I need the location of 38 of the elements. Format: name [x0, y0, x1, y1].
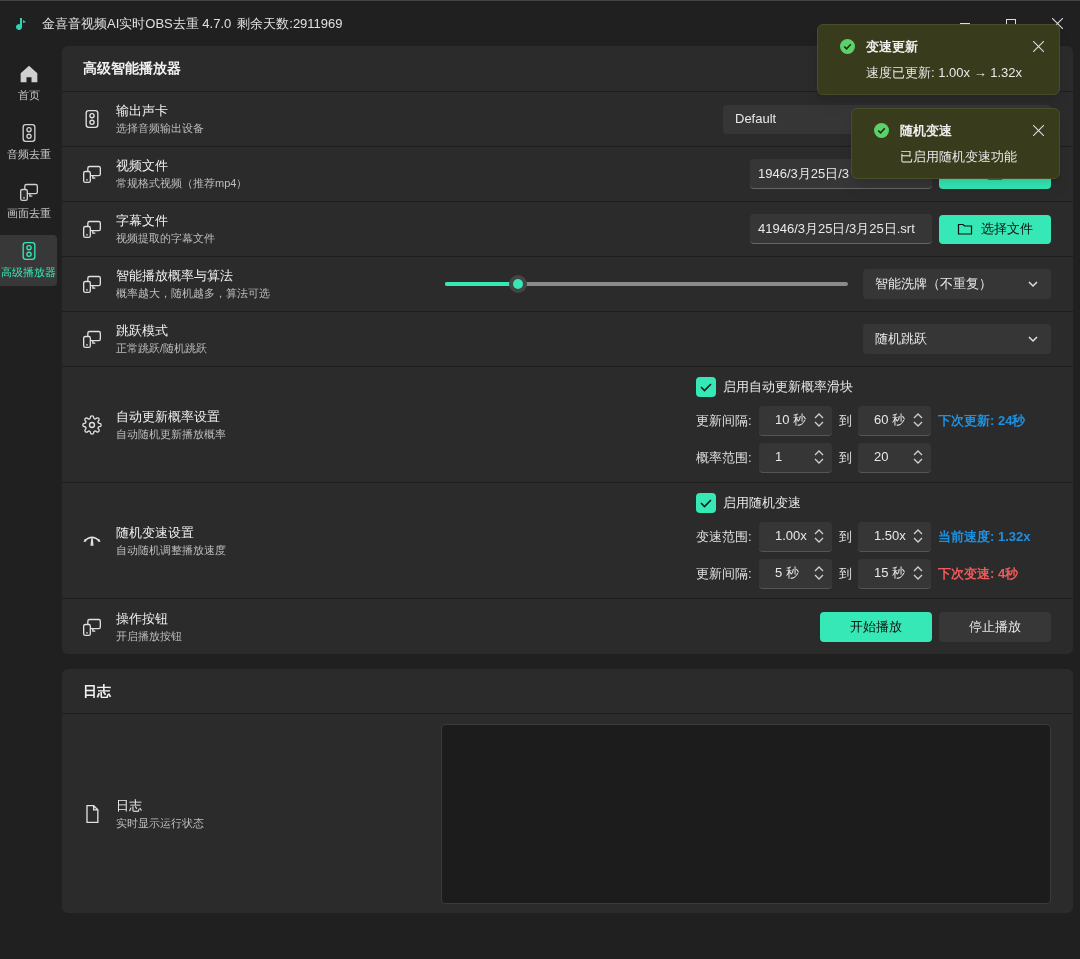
row-subtitle: 选择音频输出设备	[116, 121, 204, 136]
to-label: 到	[837, 411, 853, 430]
to-label: 到	[837, 564, 853, 583]
checkbox-label: 启用随机变速	[723, 493, 801, 512]
row-subtitle: 视频提取的字幕文件	[116, 231, 215, 246]
row-title: 视频文件	[116, 157, 169, 175]
row-subtitle: 开启播放按钮	[116, 628, 182, 644]
row-title: 字幕文件	[116, 212, 169, 230]
to-label: 到	[837, 527, 853, 546]
checkbox-label: 启用自动更新概率滑块	[723, 377, 853, 396]
row-title: 自动更新概率设置	[116, 407, 221, 426]
row-subtitle: 实时显示运行状态	[116, 815, 204, 831]
remaining-days: 剩余天数:2911969	[237, 13, 343, 34]
toast-title: 变速更新	[866, 38, 918, 56]
row-title: 跳跃模式	[116, 322, 169, 340]
row-subtitle: 正常跳跃/随机跳跃	[116, 341, 208, 356]
row-subtitle: 自动随机调整播放速度	[116, 542, 226, 558]
status-note: 下次变速: 4秒	[938, 564, 1019, 583]
toast-title: 随机变速	[900, 122, 952, 140]
status-note: 下次更新: 24秒	[938, 411, 1026, 430]
field-label: 变速范围:	[696, 527, 753, 546]
row-title: 日志	[116, 796, 143, 815]
row-subtitle: 概率越大，随机越多，算法可选	[116, 286, 270, 301]
status-note: 当前速度: 1.32x	[938, 527, 1031, 546]
row-title: 输出声卡	[116, 102, 169, 120]
to-label: 到	[837, 448, 853, 467]
row-title: 智能播放概率与算法	[116, 267, 234, 285]
field-label: 概率范围:	[696, 448, 753, 467]
row-subtitle: 常规格式视频（推荐mp4）	[116, 176, 248, 191]
row-title: 随机变速设置	[116, 523, 195, 542]
card-title: 高级智能播放器	[83, 59, 181, 78]
row-subtitle: 自动随机更新播放概率	[116, 426, 226, 442]
window-title: 金喜音视频AI实时OBS去重 4.7.0	[42, 14, 232, 33]
card-title: 日志	[83, 681, 111, 701]
field-label: 更新间隔:	[696, 411, 753, 430]
row-title: 操作按钮	[116, 609, 169, 628]
field-label: 更新间隔:	[696, 564, 753, 583]
toast-message: 速度已更新: 1.00x → 1.32x	[866, 63, 1024, 82]
